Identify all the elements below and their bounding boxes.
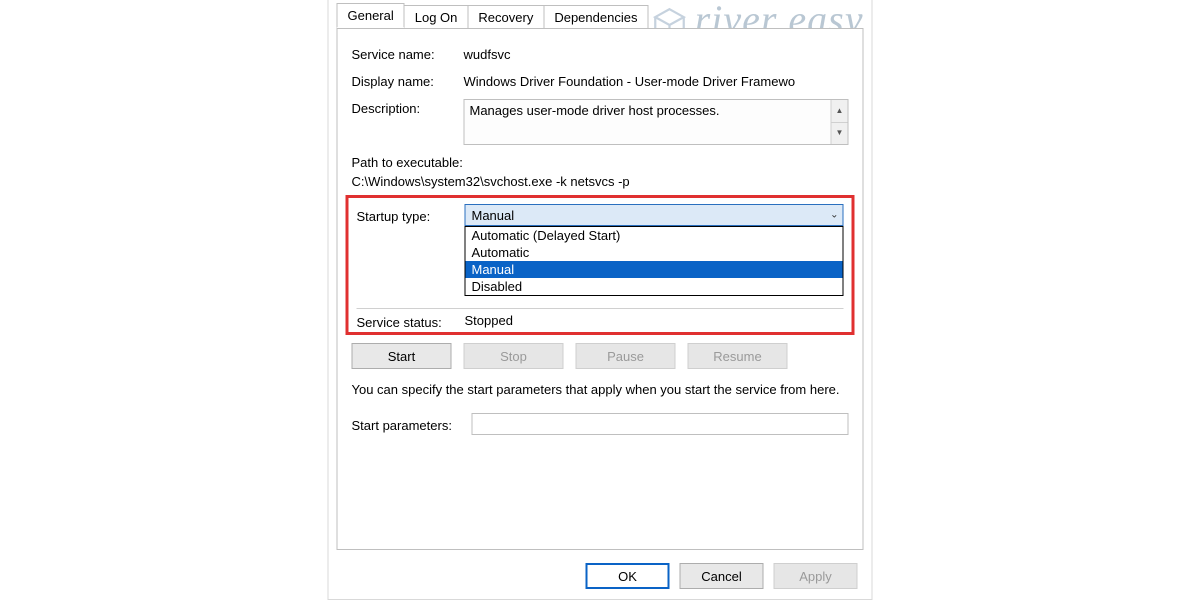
ok-button[interactable]: OK bbox=[586, 563, 670, 589]
startup-option-disabled[interactable]: Disabled bbox=[466, 278, 843, 295]
startup-option-automatic[interactable]: Automatic bbox=[466, 244, 843, 261]
label-service-name: Service name: bbox=[352, 45, 464, 62]
tab-panel-general: Service name: wudfsvc Display name: Wind… bbox=[337, 28, 864, 550]
value-display-name: Windows Driver Foundation - User-mode Dr… bbox=[464, 72, 849, 89]
label-description: Description: bbox=[352, 99, 464, 116]
tab-dependencies[interactable]: Dependencies bbox=[543, 5, 648, 29]
startup-type-combobox[interactable]: Manual ⌄ Automatic (Delayed Start) Autom… bbox=[465, 204, 844, 226]
label-path-to-exe: Path to executable: bbox=[352, 155, 849, 170]
desc-scroll-down-icon[interactable]: ▼ bbox=[832, 123, 848, 145]
startup-type-dropdown: Automatic (Delayed Start) Automatic Manu… bbox=[465, 226, 844, 296]
pause-button[interactable]: Pause bbox=[576, 343, 676, 369]
description-box: Manages user-mode driver host processes.… bbox=[464, 99, 849, 145]
cancel-button[interactable]: Cancel bbox=[680, 563, 764, 589]
service-control-buttons: Start Stop Pause Resume bbox=[352, 343, 849, 369]
value-description: Manages user-mode driver host processes. bbox=[470, 103, 720, 118]
desc-scroll-up-icon[interactable]: ▲ bbox=[832, 100, 848, 123]
value-path: C:\Windows\system32\svchost.exe -k netsv… bbox=[352, 174, 849, 189]
label-service-status: Service status: bbox=[357, 313, 465, 330]
stop-button[interactable]: Stop bbox=[464, 343, 564, 369]
value-service-status: Stopped bbox=[465, 313, 513, 330]
startup-option-delayed[interactable]: Automatic (Delayed Start) bbox=[466, 227, 843, 244]
start-parameters-input[interactable] bbox=[472, 413, 849, 435]
startup-option-manual[interactable]: Manual bbox=[466, 261, 843, 278]
apply-button[interactable]: Apply bbox=[774, 563, 858, 589]
start-parameters-hint: You can specify the start parameters tha… bbox=[352, 381, 849, 399]
value-service-name: wudfsvc bbox=[464, 45, 849, 62]
tab-log-on[interactable]: Log On bbox=[404, 5, 469, 29]
tab-strip: General Log On Recovery Dependencies bbox=[337, 2, 872, 28]
tab-general[interactable]: General bbox=[337, 3, 405, 28]
resume-button[interactable]: Resume bbox=[688, 343, 788, 369]
label-startup-type: Startup type: bbox=[357, 207, 465, 224]
dialog-footer-buttons: OK Cancel Apply bbox=[586, 563, 858, 589]
startup-type-selected-text: Manual bbox=[472, 208, 515, 223]
tab-recovery[interactable]: Recovery bbox=[467, 5, 544, 29]
chevron-down-icon: ⌄ bbox=[830, 210, 838, 221]
service-properties-dialog: river easy www.DriverEasy.com General Lo… bbox=[328, 0, 873, 600]
start-button[interactable]: Start bbox=[352, 343, 452, 369]
startup-type-selected[interactable]: Manual ⌄ bbox=[465, 204, 844, 226]
startup-highlight: Startup type: Manual ⌄ Automatic (Delaye… bbox=[346, 195, 855, 335]
label-start-parameters: Start parameters: bbox=[352, 416, 472, 433]
label-display-name: Display name: bbox=[352, 72, 464, 89]
